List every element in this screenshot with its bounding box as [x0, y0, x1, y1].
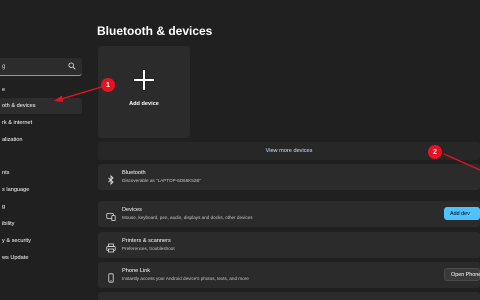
annotation-badge-1: 1 [101, 78, 115, 92]
annotation-arrows [54, 84, 480, 171]
annotation-badge-2: 2 [428, 145, 442, 159]
